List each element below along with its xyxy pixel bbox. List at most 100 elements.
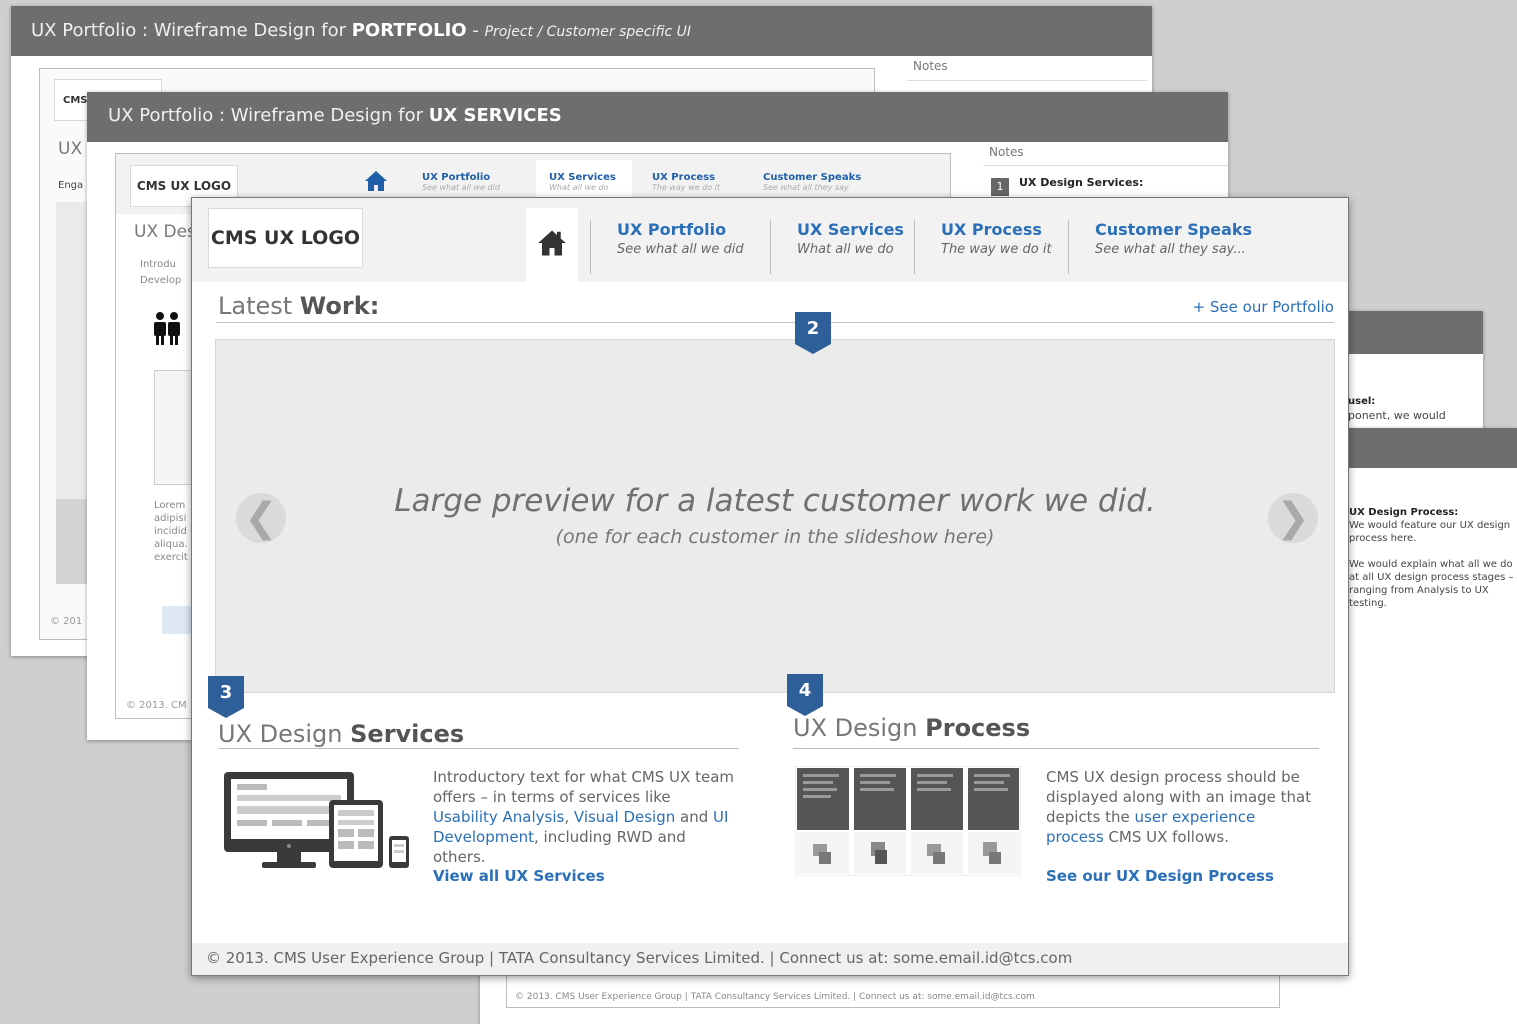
page-heading: UX xyxy=(58,139,83,159)
logo-text: CMS UX LOGO xyxy=(210,227,361,249)
notes-rule xyxy=(907,80,1147,81)
sheet-title-separator: - xyxy=(466,20,485,41)
nav-item-ux-portfolio[interactable]: UX Portfolio See what all we did xyxy=(422,172,500,192)
logo-text: CMS UX LOGO xyxy=(136,179,232,193)
image-placeholder xyxy=(154,370,194,485)
services-description: Introductory text for what CMS UX team o… xyxy=(433,767,739,867)
people-icon xyxy=(152,312,182,351)
page-heading: UX Des xyxy=(134,222,196,242)
nav-title: UX Services xyxy=(797,220,904,239)
intro-text: Introdu xyxy=(140,259,176,270)
nav-title: UX Process xyxy=(941,220,1042,239)
nav-item-ux-services[interactable]: UX Services What all we do xyxy=(770,220,904,274)
note-number-badge: 1 xyxy=(991,178,1009,196)
nav-item-ux-portfolio[interactable]: UX Portfolio See what all we did xyxy=(590,220,744,274)
sheet-title-prefix: UX Portfolio : Wireframe Design for xyxy=(31,20,352,41)
note-text: ponent, we would xyxy=(1348,409,1446,422)
lorem-line: aliqua. xyxy=(154,539,188,550)
nav-title: UX Services xyxy=(549,172,616,183)
notes-panel: UX Design Process: We would feature our … xyxy=(1349,506,1517,610)
nav-item-ux-process[interactable]: UX Process The way we do it xyxy=(914,220,1052,274)
button-placeholder[interactable] xyxy=(162,606,192,634)
lorem-line: incidid xyxy=(154,526,187,537)
heading-bold: Process xyxy=(925,714,1031,742)
notes-label: Notes xyxy=(913,59,948,73)
usability-analysis-link[interactable]: Usability Analysis xyxy=(433,808,564,826)
lorem-text: Lorem adipisi incidid aliqua. exercit xyxy=(154,499,188,564)
nav-title: Customer Speaks xyxy=(1095,220,1253,239)
annotation-marker-3: 3 xyxy=(208,676,244,718)
text-fragment: Introductory text for what CMS UX team o… xyxy=(433,768,734,806)
carousel-preview: Large preview for a latest customer work… xyxy=(215,339,1335,693)
nav-title: UX Portfolio xyxy=(422,172,491,183)
see-portfolio-link[interactable]: + See our Portfolio xyxy=(1193,298,1334,316)
heading-prefix: UX Design xyxy=(793,714,926,742)
nav-home[interactable] xyxy=(526,208,578,282)
sheet-title-bar: UX Portfolio : Wireframe Design for UX S… xyxy=(87,92,1228,142)
text-fragment: and xyxy=(675,808,713,826)
nav-subtitle: What all we do xyxy=(549,183,609,192)
copyright-text: © 2013. CM xyxy=(126,700,187,711)
process-divider xyxy=(793,748,1319,749)
nav-item-customer-speaks[interactable]: Customer Speaks See what all they say xyxy=(763,172,861,192)
intro-text: Enga xyxy=(58,180,84,191)
lorem-line: exercit xyxy=(154,552,188,563)
marker-number: 3 xyxy=(219,682,233,703)
annotation-marker-2: 2 xyxy=(795,312,831,354)
nav-subtitle: What all we do xyxy=(797,242,894,257)
home-icon[interactable] xyxy=(364,170,388,197)
nav-title: Customer Speaks xyxy=(763,172,862,183)
heading-prefix: Latest xyxy=(218,292,300,320)
process-diagram-image xyxy=(794,765,1022,881)
process-heading: UX Design Process xyxy=(793,714,1030,742)
sheet-title-bold: UX SERVICES xyxy=(428,105,562,126)
sheet-title-subtitle: Project / Customer specific UI xyxy=(484,24,692,40)
copyright-text: © 201 xyxy=(50,616,83,627)
nav-item-ux-services[interactable]: UX Services What all we do xyxy=(549,172,616,192)
heading-prefix: UX Design xyxy=(218,720,351,748)
nav-subtitle: The way we do it xyxy=(652,183,721,192)
nav-title: UX Portfolio xyxy=(617,220,727,239)
marker-number: 4 xyxy=(798,680,812,701)
nav-subtitle: See what all we did xyxy=(422,183,500,192)
sheet-title-bold: PORTFOLIO xyxy=(351,20,467,41)
note-line: at all UX design process stages – xyxy=(1349,572,1514,583)
nav-title: UX Process xyxy=(652,172,716,183)
marker-number: 2 xyxy=(806,318,820,339)
footer-frame: © 2013. CMS User Experience Group | TATA… xyxy=(506,976,1280,1008)
lorem-line: Lorem xyxy=(154,500,186,511)
nav-item-ux-process[interactable]: UX Process The way we do it xyxy=(652,172,720,192)
nav-subtitle: See what all they say xyxy=(763,183,849,192)
view-all-services-link[interactable]: View all UX Services xyxy=(433,867,605,885)
carousel-next-icon[interactable]: ❯ xyxy=(1268,493,1318,543)
note-line: ranging from Analysis to UX xyxy=(1349,585,1489,596)
intro-text: Develop xyxy=(140,275,182,286)
site-logo[interactable]: CMS UX LOGO xyxy=(208,208,363,268)
heading-bold: Work: xyxy=(299,292,380,320)
homepage-wireframe: CMS UX LOGO UX Portfolio See what all we … xyxy=(191,197,1349,976)
process-description: CMS UX design process should be displaye… xyxy=(1046,767,1314,847)
preview-main-text: Large preview for a latest customer work… xyxy=(394,483,1156,519)
devices-icon xyxy=(222,768,412,879)
note-number: 1 xyxy=(996,180,1004,193)
notes-label: Notes xyxy=(989,145,1024,159)
note-title: usel: xyxy=(1348,396,1376,407)
preview-sub-text: (one for each customer in the slideshow … xyxy=(555,526,995,548)
latest-work-heading: Latest Work: xyxy=(218,292,379,320)
see-process-link[interactable]: See our UX Design Process xyxy=(1046,867,1274,885)
nav-subtitle: See what all they say... xyxy=(1095,242,1246,257)
carousel-prev-icon[interactable]: ❮ xyxy=(236,493,286,543)
logo-text: CMS xyxy=(63,94,88,106)
services-heading: UX Design Services xyxy=(218,720,464,748)
visual-design-link[interactable]: Visual Design xyxy=(574,808,675,826)
note-title: UX Design Process: xyxy=(1349,507,1459,518)
nav-item-customer-speaks[interactable]: Customer Speaks See what all they say... xyxy=(1068,220,1252,274)
note-line xyxy=(1349,545,1517,558)
nav-subtitle: See what all we did xyxy=(617,242,744,257)
site-footer: © 2013. CMS User Experience Group | TATA… xyxy=(192,943,1348,975)
nav-subtitle: The way we do it xyxy=(941,242,1052,257)
note-line: process here. xyxy=(1349,533,1417,544)
text-fragment: CMS UX follows. xyxy=(1103,828,1229,846)
heading-bold: Services xyxy=(350,720,465,748)
lorem-line: adipisi xyxy=(154,513,187,524)
